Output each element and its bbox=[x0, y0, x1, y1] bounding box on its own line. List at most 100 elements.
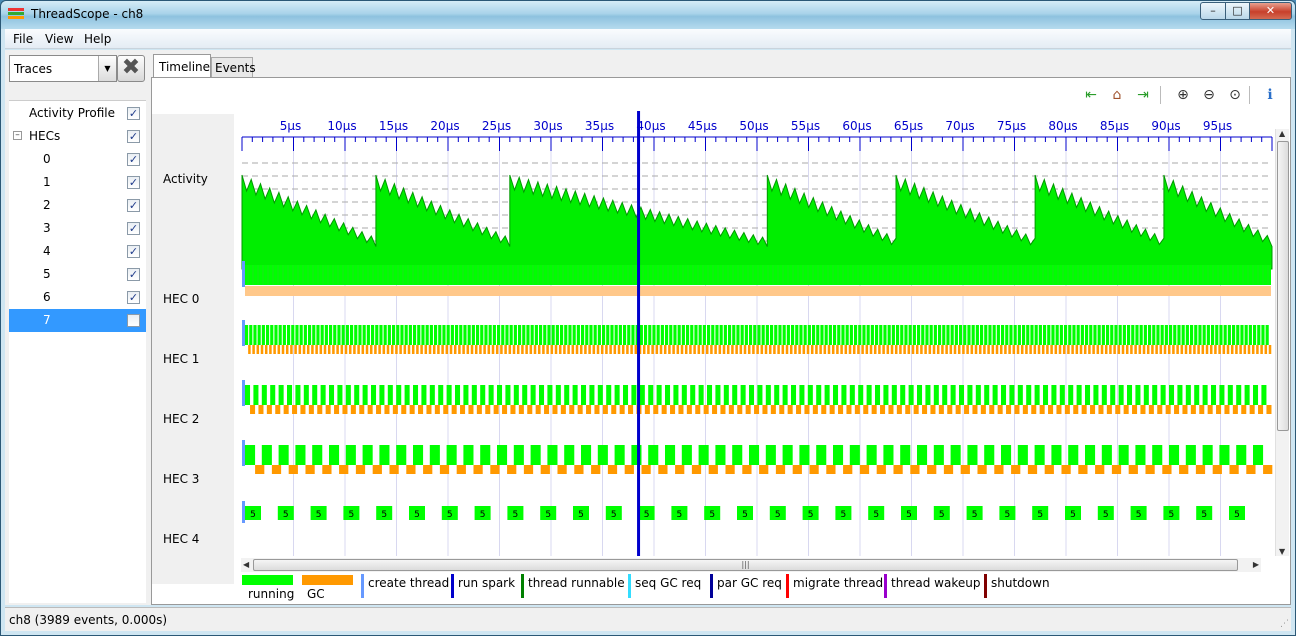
running-block bbox=[526, 325, 530, 345]
running-block bbox=[555, 325, 559, 345]
jump-start-icon[interactable]: ⇤ bbox=[1080, 84, 1102, 106]
gc-block bbox=[529, 345, 533, 354]
running-block bbox=[564, 325, 568, 345]
running-block bbox=[257, 325, 261, 345]
running-block bbox=[1253, 445, 1264, 465]
trace-checkbox[interactable]: ✓ bbox=[127, 291, 140, 304]
gc-block bbox=[653, 405, 659, 414]
zoom-in-icon[interactable]: ⊕ bbox=[1172, 84, 1194, 106]
gc-block bbox=[339, 465, 349, 474]
maximize-button[interactable]: □ bbox=[1225, 2, 1250, 20]
running-block bbox=[698, 385, 704, 405]
trace-checkbox[interactable]: ✓ bbox=[127, 245, 140, 258]
gc-block bbox=[441, 345, 444, 354]
running-block bbox=[833, 445, 844, 465]
chevron-down-icon[interactable]: ▼ bbox=[98, 56, 116, 81]
running-block bbox=[1017, 325, 1021, 345]
horizontal-scroll-thumb[interactable]: ||| bbox=[253, 559, 1238, 571]
minimize-button[interactable]: – bbox=[1200, 2, 1226, 20]
running-block bbox=[925, 325, 929, 345]
running-block bbox=[501, 325, 505, 345]
collapse-icon[interactable]: – bbox=[13, 131, 22, 140]
scroll-left-icon[interactable]: ◀ bbox=[243, 560, 249, 569]
trace-row[interactable]: 3 ✓ bbox=[9, 217, 146, 240]
running-block bbox=[879, 325, 883, 345]
running-block bbox=[597, 385, 603, 405]
trace-checkbox[interactable]: ✓ bbox=[127, 199, 140, 212]
gc-block bbox=[859, 465, 870, 474]
close-button[interactable]: ✕ bbox=[1249, 2, 1292, 20]
trace-checkbox[interactable] bbox=[127, 314, 140, 327]
zoom-fit-icon[interactable]: ⊙ bbox=[1224, 84, 1246, 106]
running-block bbox=[329, 385, 335, 405]
scroll-up-icon[interactable]: ▲ bbox=[1279, 129, 1285, 138]
gc-block bbox=[611, 405, 617, 414]
running-block bbox=[820, 325, 824, 345]
running-block bbox=[719, 325, 723, 345]
gc-block bbox=[1130, 345, 1133, 354]
zoom-out-icon[interactable]: ⊖ bbox=[1198, 84, 1220, 106]
vertical-scrollbar[interactable]: ▲ ▼ bbox=[1275, 129, 1289, 556]
trace-row[interactable]: – HECs ✓ bbox=[9, 125, 146, 148]
gc-block bbox=[962, 345, 965, 354]
gc-block bbox=[592, 345, 596, 354]
trace-row[interactable]: 6 ✓ bbox=[9, 286, 146, 309]
running-block bbox=[1043, 325, 1047, 345]
running-block bbox=[392, 325, 396, 345]
gc-block bbox=[964, 405, 970, 414]
trace-row[interactable]: 5 ✓ bbox=[9, 263, 146, 286]
gc-block bbox=[271, 465, 282, 474]
horizontal-scrollbar[interactable]: ◀ ||| ▶ bbox=[241, 558, 1261, 572]
running-block bbox=[732, 385, 738, 405]
gc-block bbox=[1239, 345, 1242, 354]
jump-end-icon[interactable]: ⇥ bbox=[1132, 84, 1154, 106]
running-block bbox=[320, 325, 324, 345]
gc-block bbox=[443, 405, 449, 414]
vertical-scroll-thumb[interactable] bbox=[1277, 141, 1289, 431]
trace-label: 1 bbox=[43, 175, 51, 189]
info-icon[interactable]: ℹ bbox=[1259, 84, 1281, 106]
running-block bbox=[875, 385, 881, 405]
scroll-down-icon[interactable]: ▼ bbox=[1279, 547, 1285, 556]
trace-row[interactable]: Activity Profile ✓ bbox=[9, 102, 146, 125]
timeline-canvas[interactable]: 5μs 10μs 15μs 20μs 25μs 30μs 35μs 40μs 45μs 50μs 5… bbox=[241, 111, 1273, 556]
tab-events[interactable]: Events bbox=[211, 57, 256, 77]
resize-grip-icon[interactable]: ⋰ bbox=[1280, 619, 1289, 629]
title-bar[interactable]: ThreadScope - ch8 – □ ✕ bbox=[1, 1, 1295, 29]
trace-checkbox[interactable]: ✓ bbox=[127, 130, 140, 143]
scroll-right-icon[interactable]: ▶ bbox=[1253, 560, 1259, 569]
running-block bbox=[1017, 445, 1028, 465]
trace-row[interactable]: 7 bbox=[9, 309, 146, 332]
gc-block bbox=[726, 345, 730, 354]
menu-view[interactable]: View bbox=[45, 32, 73, 46]
trace-row[interactable]: 4 ✓ bbox=[9, 240, 146, 263]
gc-block bbox=[647, 345, 650, 354]
trace-row[interactable]: 0 ✓ bbox=[9, 148, 146, 171]
gc-block bbox=[927, 465, 937, 474]
trace-checkbox[interactable]: ✓ bbox=[127, 222, 140, 235]
menu-file[interactable]: File bbox=[13, 32, 33, 46]
running-block bbox=[484, 325, 488, 345]
menu-help[interactable]: Help bbox=[84, 32, 111, 46]
gc-block bbox=[1004, 345, 1007, 354]
gc-block bbox=[619, 405, 625, 414]
trace-row[interactable]: 2 ✓ bbox=[9, 194, 146, 217]
tab-timeline[interactable]: Timeline bbox=[153, 54, 211, 78]
trace-row[interactable]: 1 ✓ bbox=[9, 171, 146, 194]
gc-block bbox=[745, 405, 751, 414]
thread-label: 5 bbox=[939, 510, 945, 520]
running-block bbox=[1110, 385, 1116, 405]
home-icon[interactable]: ⌂ bbox=[1106, 84, 1128, 106]
trace-checkbox[interactable]: ✓ bbox=[127, 268, 140, 281]
status-text: ch8 (3989 events, 0.000s) bbox=[9, 613, 168, 627]
trace-checkbox[interactable]: ✓ bbox=[127, 107, 140, 120]
remove-trace-button[interactable]: ✖ bbox=[117, 55, 145, 82]
gc-block bbox=[1134, 345, 1137, 354]
running-block bbox=[555, 385, 561, 405]
running-block bbox=[1017, 385, 1023, 405]
running-block bbox=[744, 325, 748, 345]
running-block bbox=[303, 385, 309, 405]
trace-checkbox[interactable]: ✓ bbox=[127, 176, 140, 189]
trace-checkbox[interactable]: ✓ bbox=[127, 153, 140, 166]
traces-combo[interactable]: Traces ▼ bbox=[9, 55, 117, 82]
